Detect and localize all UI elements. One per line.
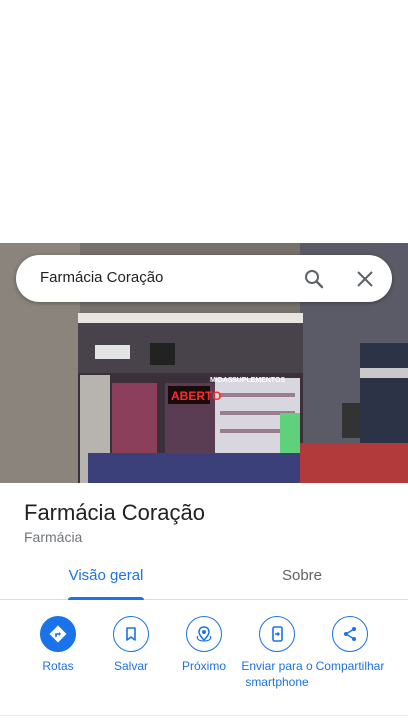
nearby-button[interactable]: Próximo <box>164 616 244 674</box>
nearby-icon <box>186 616 222 652</box>
share-button[interactable]: Compartilhar <box>310 616 390 674</box>
search-icon[interactable] <box>302 267 326 291</box>
place-category: Farmácia <box>24 529 83 545</box>
directions-label: Rotas <box>42 659 74 673</box>
place-title: Farmácia Coração <box>24 500 205 525</box>
open-sign-text: ABERTO <box>171 389 221 403</box>
tab-overview[interactable]: Visão geral <box>55 556 157 600</box>
send-to-phone-button[interactable]: Enviar para o smartphone <box>237 616 317 690</box>
close-icon[interactable] <box>353 267 377 291</box>
bookmark-icon <box>113 616 149 652</box>
save-label: Salvar <box>113 659 148 673</box>
tab-overview-label: Visão geral <box>68 567 144 584</box>
share-label: Compartilhar <box>315 659 385 673</box>
search-bar[interactable]: Farmácia Coração <box>16 255 392 302</box>
tab-about-label: Sobre <box>281 567 323 584</box>
send-to-phone-label: Enviar para o smartphone <box>241 659 313 689</box>
tab-about[interactable]: Sobre <box>262 556 342 600</box>
tab-bar: Visão geral Sobre <box>0 556 408 600</box>
share-icon <box>332 616 368 652</box>
directions-button[interactable]: Rotas <box>18 616 98 674</box>
search-query-text[interactable]: Farmácia Coração <box>40 269 163 286</box>
send-to-phone-icon <box>259 616 295 652</box>
divider <box>0 715 408 716</box>
directions-icon <box>40 616 76 652</box>
map-area-blank <box>0 0 408 243</box>
shelf-sign-text: SUPLEMENTOS <box>232 377 285 384</box>
save-button[interactable]: Salvar <box>91 616 171 674</box>
shelf-left-text: MIDAS <box>210 377 233 384</box>
nearby-label: Próximo <box>181 659 226 673</box>
action-row: Rotas Salvar Próximo Enviar para o smart… <box>0 600 408 716</box>
